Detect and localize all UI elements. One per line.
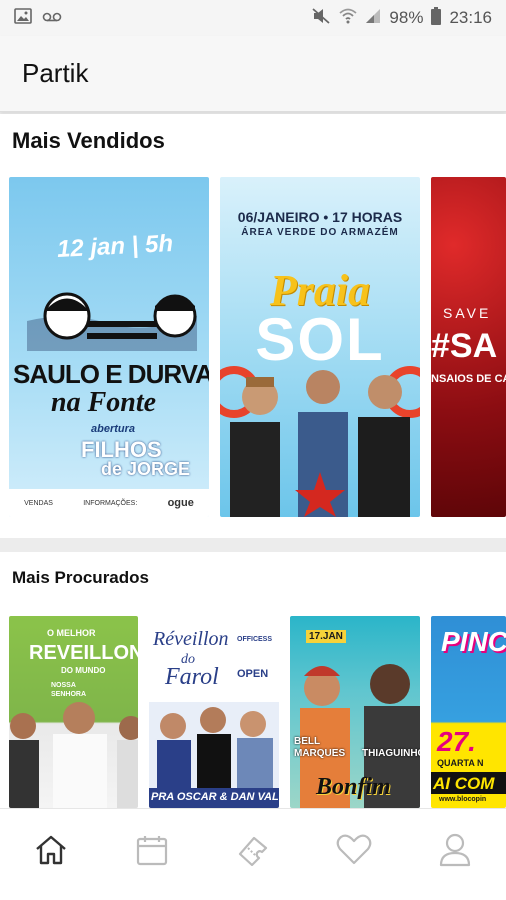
event-date: 06/JANEIRO • 17 HORAS	[237, 209, 403, 225]
artist-name-1b: MARQUES	[294, 748, 346, 759]
event-tag: OFFICESS	[237, 636, 273, 643]
home-icon	[35, 835, 66, 864]
bottom-tab-bar	[0, 808, 506, 900]
event-title: SAULO E DURVAL	[13, 359, 209, 389]
event-tag: O MELHOR	[47, 628, 96, 638]
ticket-icon	[238, 836, 268, 866]
mute-icon	[311, 7, 331, 30]
event-card[interactable]: O MELHOR REVEILLON DO MUNDO NOSSA SENHOR…	[9, 616, 138, 808]
event-card[interactable]: SAVE #SA NSAIOS DE CA	[431, 177, 506, 517]
signal-icon	[365, 8, 381, 29]
event-artists: PRA OSCAR & DAN VALEN	[151, 791, 279, 803]
sponsor-info: INFORMAÇÕES:	[83, 499, 138, 507]
artists-photo	[220, 366, 420, 517]
artist-name-2: THIAGUINHO	[362, 748, 420, 759]
event-detail: NSAIOS DE CA	[431, 373, 506, 385]
heart-icon	[336, 834, 372, 864]
event-title-3: Farol	[165, 664, 219, 690]
sponsor-strip: VENDAS INFORMAÇÕES: ogue	[9, 489, 209, 517]
tab-profile[interactable]	[430, 825, 480, 875]
battery-icon	[431, 6, 442, 30]
sponsor-logo: ogue	[167, 497, 194, 509]
event-card[interactable]: 12 jan | 5h SAULO E DURVAL na Fonte aber…	[9, 177, 209, 517]
app-title: Partik	[22, 58, 89, 88]
status-bar: 98% 23:16	[0, 0, 506, 36]
tab-favorites[interactable]	[329, 825, 379, 875]
artists-photo	[9, 702, 138, 808]
event-title: SAVE	[443, 305, 492, 321]
voicemail-icon	[42, 8, 62, 28]
event-card[interactable]: Réveillon do Farol OFFICESS OPEN PRA OSC…	[149, 616, 279, 808]
event-title: REVEILLON	[29, 642, 138, 664]
section-title: Mais Vendidos	[12, 128, 165, 153]
event-date: 27.	[437, 726, 476, 757]
clock: 23:16	[449, 8, 492, 27]
artist-name-1: BELL	[294, 736, 321, 747]
event-banner: AI COM	[431, 772, 506, 794]
app-bar: Partik	[0, 36, 506, 112]
event-card[interactable]: PINC 27. QUARTA N AI COM www.blocopin	[431, 616, 506, 808]
event-card[interactable]: 06/JANEIRO • 17 HORAS ÁREA VERDE DO ARMA…	[220, 177, 420, 517]
event-opening-act-2: de JORGE	[101, 459, 191, 479]
artists-illustration	[27, 292, 197, 351]
tab-calendar[interactable]	[127, 825, 177, 875]
event-subtitle: DO MUNDO	[61, 666, 106, 675]
event-location: NOSSA	[51, 682, 76, 689]
artists-photo	[149, 702, 279, 788]
sponsor-sales: VENDAS	[24, 499, 53, 507]
event-tag-2: OPEN	[237, 668, 269, 680]
image-icon	[14, 7, 32, 29]
battery-text: 98%	[389, 8, 424, 27]
tab-home[interactable]	[26, 825, 76, 875]
event-card[interactable]: 17.JAN BELL MARQUES THIAGUINHO Bonfim	[290, 616, 420, 808]
event-weekday: QUARTA N	[437, 758, 484, 768]
section-mais-procurados: Mais Procurados O MELHOR REVEILLON DO MU…	[0, 552, 506, 808]
event-subtitle: na Fonte	[51, 387, 157, 418]
event-title: Réveillon	[153, 628, 229, 650]
tab-tickets[interactable]	[228, 825, 278, 875]
calendar-icon	[136, 835, 167, 865]
event-date: 12 jan | 5h	[56, 229, 174, 264]
event-title: Bonfim	[316, 774, 391, 800]
profile-icon	[440, 833, 471, 866]
event-title: PINC	[441, 626, 506, 657]
event-venue: ÁREA VERDE DO ARMAZÉM	[241, 227, 399, 238]
section-title: Mais Procurados	[12, 568, 149, 587]
wifi-icon	[339, 8, 358, 29]
event-opening-label: abertura	[91, 423, 136, 435]
event-banner: PRA OSCAR & DAN VALEN	[149, 788, 279, 808]
event-slogan: AI COM	[433, 774, 495, 793]
event-subtitle: #SA	[431, 327, 498, 365]
event-date: 17.JAN	[306, 630, 346, 643]
event-site: www.blocopin	[439, 796, 487, 803]
section-mais-vendidos: Mais Vendidos 12 jan | 5h SAULO E DURVAL…	[0, 114, 506, 538]
